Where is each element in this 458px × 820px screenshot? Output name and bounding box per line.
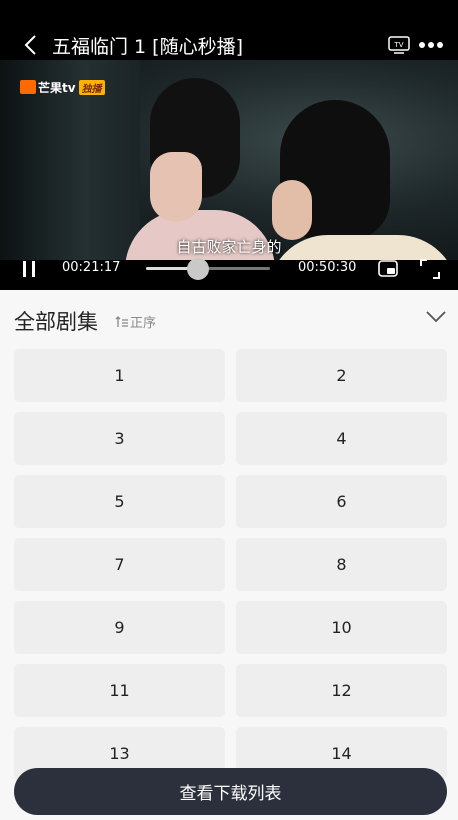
logo-text: 芒果tv [38,80,76,95]
sort-icon [115,315,128,327]
episode-button[interactable]: 10 [236,601,447,654]
episode-panel: 全部剧集 正序 1 2 3 4 5 6 7 8 9 10 11 12 13 14 [0,290,458,820]
episode-button[interactable]: 3 [14,412,225,465]
download-list-button[interactable]: 查看下载列表 [14,768,447,815]
episode-button[interactable]: 5 [14,475,225,528]
episode-button[interactable]: 7 [14,538,225,591]
mango-logo-icon [20,80,36,94]
current-time: 00:21:17 [62,260,121,275]
episode-button[interactable]: 12 [236,664,447,717]
video-player[interactable]: 五福临门 1 [随心秒播] TV 芒果tv 独播 自古败家亡身的 00:21:1… [0,0,458,290]
exclusive-badge: 独播 [78,79,105,95]
episode-button[interactable]: 11 [14,664,225,717]
sort-order-button[interactable]: 正序 [115,312,156,331]
svg-text:TV: TV [393,41,403,49]
sort-label: 正序 [130,316,157,331]
pause-icon[interactable] [22,261,36,277]
player-top-bar: 五福临门 1 [随心秒播] TV [0,28,458,62]
picture-in-picture-icon[interactable] [378,260,398,277]
player-controls: 00:21:17 00:50:30 [0,256,458,290]
chevron-down-icon[interactable] [425,310,447,324]
episode-button[interactable]: 1 [14,349,225,402]
episode-button[interactable]: 9 [14,601,225,654]
panel-title: 全部剧集 [14,310,98,334]
video-title: 五福临门 1 [随心秒播] [52,36,243,58]
video-subtitle: 自古败家亡身的 [176,238,282,256]
episode-button[interactable]: 6 [236,475,447,528]
episode-panel-header: 全部剧集 正序 [0,290,458,346]
total-time: 00:50:30 [298,260,357,275]
fullscreen-icon[interactable] [420,259,440,279]
tv-cast-icon[interactable]: TV [388,36,410,54]
progress-slider[interactable] [146,258,270,280]
chevron-left-icon[interactable] [20,34,42,56]
scene-figure-right-face [272,180,312,240]
episode-button[interactable]: 4 [236,412,447,465]
scene-figure-left-face [150,152,202,222]
more-dots-icon[interactable] [418,36,444,54]
episode-button[interactable]: 2 [236,349,447,402]
episode-button[interactable]: 8 [236,538,447,591]
channel-logo: 芒果tv 独播 [20,78,105,96]
progress-knob[interactable] [187,258,210,280]
